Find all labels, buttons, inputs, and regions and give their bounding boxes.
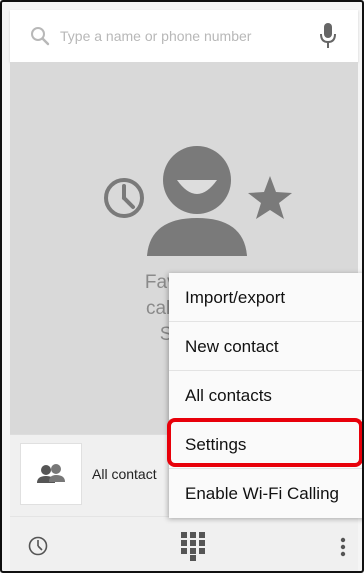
favorites-illustration	[104, 146, 292, 256]
menu-item-new-contact[interactable]: New contact	[169, 322, 362, 371]
dialpad-icon[interactable]	[180, 531, 206, 561]
menu-item-settings[interactable]: Settings	[169, 420, 362, 469]
menu-item-all-contacts[interactable]: All contacts	[169, 371, 362, 420]
contacts-group-icon	[20, 443, 82, 505]
person-icon	[147, 146, 247, 256]
search-bar[interactable]	[10, 10, 358, 62]
star-icon	[248, 176, 292, 219]
menu-item-enable-wifi-calling[interactable]: Enable Wi-Fi Calling	[169, 469, 362, 518]
history-clock-icon[interactable]	[28, 536, 48, 556]
search-icon	[31, 27, 50, 46]
microphone-icon[interactable]	[318, 22, 338, 50]
more-vert-icon[interactable]	[340, 537, 346, 557]
clock-icon	[104, 178, 144, 218]
search-input[interactable]	[60, 24, 310, 48]
bottom-nav	[10, 516, 358, 571]
overflow-menu: Import/export New contact All contacts S…	[169, 273, 362, 518]
all-contacts-label: All contact	[92, 466, 157, 482]
menu-item-import-export[interactable]: Import/export	[169, 273, 362, 322]
phone-screen: Favorites call often So, st All contact	[0, 0, 364, 573]
